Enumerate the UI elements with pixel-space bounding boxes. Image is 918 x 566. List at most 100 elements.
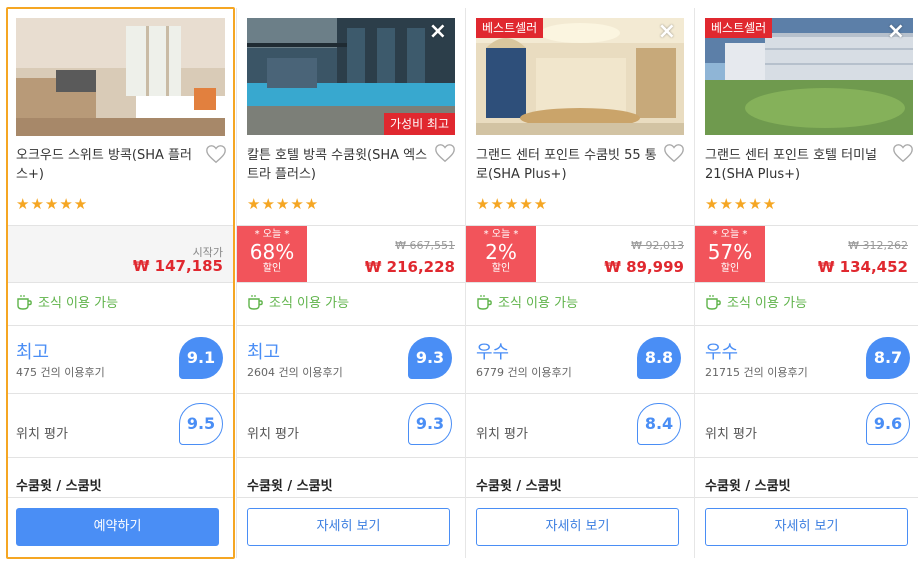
area-label: 수쿰윗 / 스쿰빗 <box>705 479 791 494</box>
divider <box>237 457 465 458</box>
hotel-photo[interactable]: 베스트셀러 × <box>476 18 684 135</box>
star-rating: ★★★★★ <box>247 195 320 213</box>
close-icon[interactable]: × <box>887 20 905 44</box>
hotel-photo-image <box>16 18 225 136</box>
discount-today-label: * 오늘 * <box>712 229 748 240</box>
breakfast-label: 조식 이용 가능 <box>38 296 119 311</box>
area-label: 수쿰윗 / 스쿰빗 <box>16 479 102 494</box>
location-score-badge: 9.6 <box>866 403 910 445</box>
discount-today-label: * 오늘 * <box>483 229 519 240</box>
price-area: * 오늘 * 68% 할인 ₩ 667,551 ₩ 216,228 <box>237 226 465 282</box>
breakfast-info: 조식 이용 가능 <box>16 292 118 311</box>
review-count[interactable]: 21715 건의 이용후기 <box>705 364 808 380</box>
coffee-cup-icon <box>248 294 263 310</box>
review-score-badge: 9.1 <box>179 337 223 379</box>
heart-icon[interactable] <box>892 142 914 164</box>
divider <box>695 393 918 394</box>
divider <box>8 282 233 283</box>
original-price: ₩ 667,551 <box>395 239 455 252</box>
heart-icon[interactable] <box>205 143 227 165</box>
review-count[interactable]: 6779 건의 이용후기 <box>476 364 572 380</box>
divider <box>466 325 694 326</box>
original-price: ₩ 312,262 <box>848 239 908 252</box>
hotel-name[interactable]: 칼튼 호텔 방콕 수쿰윗(SHA 엑스트라 플러스) <box>247 146 432 184</box>
divider <box>8 457 233 458</box>
location-score-badge: 9.5 <box>179 403 223 445</box>
location-score-badge: 9.3 <box>408 403 452 445</box>
hotel-name[interactable]: 오크우드 스위트 방콕(SHA 플러스+) <box>16 146 201 184</box>
location-rating-label: 위치 평가 <box>16 427 68 442</box>
bestseller-badge: 베스트셀러 <box>476 18 544 38</box>
breakfast-info: 조식 이용 가능 <box>705 292 807 311</box>
discount-percent: 68% <box>249 240 295 264</box>
hotel-name[interactable]: 그랜드 센터 포인트 호텔 터미널 21(SHA Plus+) <box>705 146 890 184</box>
price-area: * 오늘 * 57% 할인 ₩ 312,262 ₩ 134,452 <box>695 226 918 282</box>
review-count[interactable]: 2604 건의 이용후기 <box>247 364 343 380</box>
hotel-photo[interactable]: 베스트셀러 × <box>705 18 913 135</box>
review-score-badge: 8.7 <box>866 337 910 379</box>
coffee-cup-icon <box>477 294 492 310</box>
hotel-photo[interactable] <box>16 18 225 136</box>
coffee-cup-icon <box>17 294 32 310</box>
star-rating: ★★★★★ <box>476 195 549 213</box>
location-rating-label: 위치 평가 <box>705 427 757 442</box>
divider <box>695 497 918 498</box>
discount-label: 할인 <box>720 263 740 274</box>
hotel-card-oakwood[interactable]: 오크우드 스위트 방콕(SHA 플러스+) ★★★★★ 시작가 ₩ 147,18… <box>6 7 235 559</box>
divider <box>8 497 233 498</box>
breakfast-info: 조식 이용 가능 <box>247 292 349 311</box>
divider <box>8 325 233 326</box>
original-price: ₩ 92,013 <box>631 239 684 252</box>
hotel-card-carlton[interactable]: × 가성비 최고 칼튼 호텔 방콕 수쿰윗(SHA 엑스트라 플러스) ★★★★… <box>236 8 465 558</box>
discount-label: 할인 <box>262 263 282 274</box>
price-area: * 오늘 * 2% 할인 ₩ 92,013 ₩ 89,999 <box>466 226 694 282</box>
discount-badge: * 오늘 * 57% 할인 <box>695 226 765 282</box>
discount-today-label: * 오늘 * <box>254 229 290 240</box>
divider <box>466 393 694 394</box>
book-button[interactable]: 예약하기 <box>16 508 219 546</box>
divider <box>237 325 465 326</box>
discount-badge: * 오늘 * 68% 할인 <box>237 226 307 282</box>
hotel-name[interactable]: 그랜드 센터 포인트 수쿰빗 55 통로(SHA Plus+) <box>476 146 661 184</box>
breakfast-label: 조식 이용 가능 <box>269 296 350 311</box>
bestseller-badge: 베스트셀러 <box>705 18 773 38</box>
review-score-badge: 8.8 <box>637 337 681 379</box>
divider <box>695 282 918 283</box>
rating-word: 우수 <box>705 342 739 363</box>
divider <box>8 393 233 394</box>
view-details-button[interactable]: 자세히 보기 <box>476 508 679 546</box>
discount-label: 할인 <box>491 263 511 274</box>
view-details-button[interactable]: 자세히 보기 <box>705 508 908 546</box>
divider <box>695 325 918 326</box>
breakfast-label: 조식 이용 가능 <box>498 296 579 311</box>
hotel-card-grande-centre-55[interactable]: 베스트셀러 × 그랜드 센터 포인트 수쿰빗 55 통로(SHA Plus+) … <box>465 8 694 558</box>
heart-icon[interactable] <box>663 142 685 164</box>
view-details-button[interactable]: 자세히 보기 <box>247 508 450 546</box>
divider <box>466 497 694 498</box>
discount-percent: 57% <box>707 240 753 264</box>
divider <box>237 393 465 394</box>
rating-word: 최고 <box>247 342 281 363</box>
area-label: 수쿰윗 / 스쿰빗 <box>247 479 333 494</box>
divider <box>237 282 465 283</box>
review-count[interactable]: 475 건의 이용후기 <box>16 364 105 380</box>
rating-word: 최고 <box>16 342 50 363</box>
close-icon[interactable]: × <box>429 20 447 44</box>
heart-icon[interactable] <box>434 142 456 164</box>
divider <box>695 457 918 458</box>
best-value-badge: 가성비 최고 <box>383 113 455 135</box>
review-score-badge: 9.3 <box>408 337 452 379</box>
rating-word: 우수 <box>476 342 510 363</box>
close-icon[interactable]: × <box>658 20 676 44</box>
breakfast-info: 조식 이용 가능 <box>476 292 578 311</box>
divider <box>237 497 465 498</box>
area-label: 수쿰윗 / 스쿰빗 <box>476 479 562 494</box>
discount-percent: 2% <box>485 240 517 264</box>
price-area: 시작가 ₩ 147,185 <box>8 226 233 282</box>
hotel-card-grande-centre-terminal21[interactable]: 베스트셀러 × 그랜드 센터 포인트 호텔 터미널 21(SHA Plus+) … <box>694 8 918 558</box>
star-rating: ★★★★★ <box>16 195 89 213</box>
location-score-badge: 8.4 <box>637 403 681 445</box>
divider <box>466 282 694 283</box>
divider <box>466 457 694 458</box>
hotel-photo[interactable]: × 가성비 최고 <box>247 18 455 135</box>
